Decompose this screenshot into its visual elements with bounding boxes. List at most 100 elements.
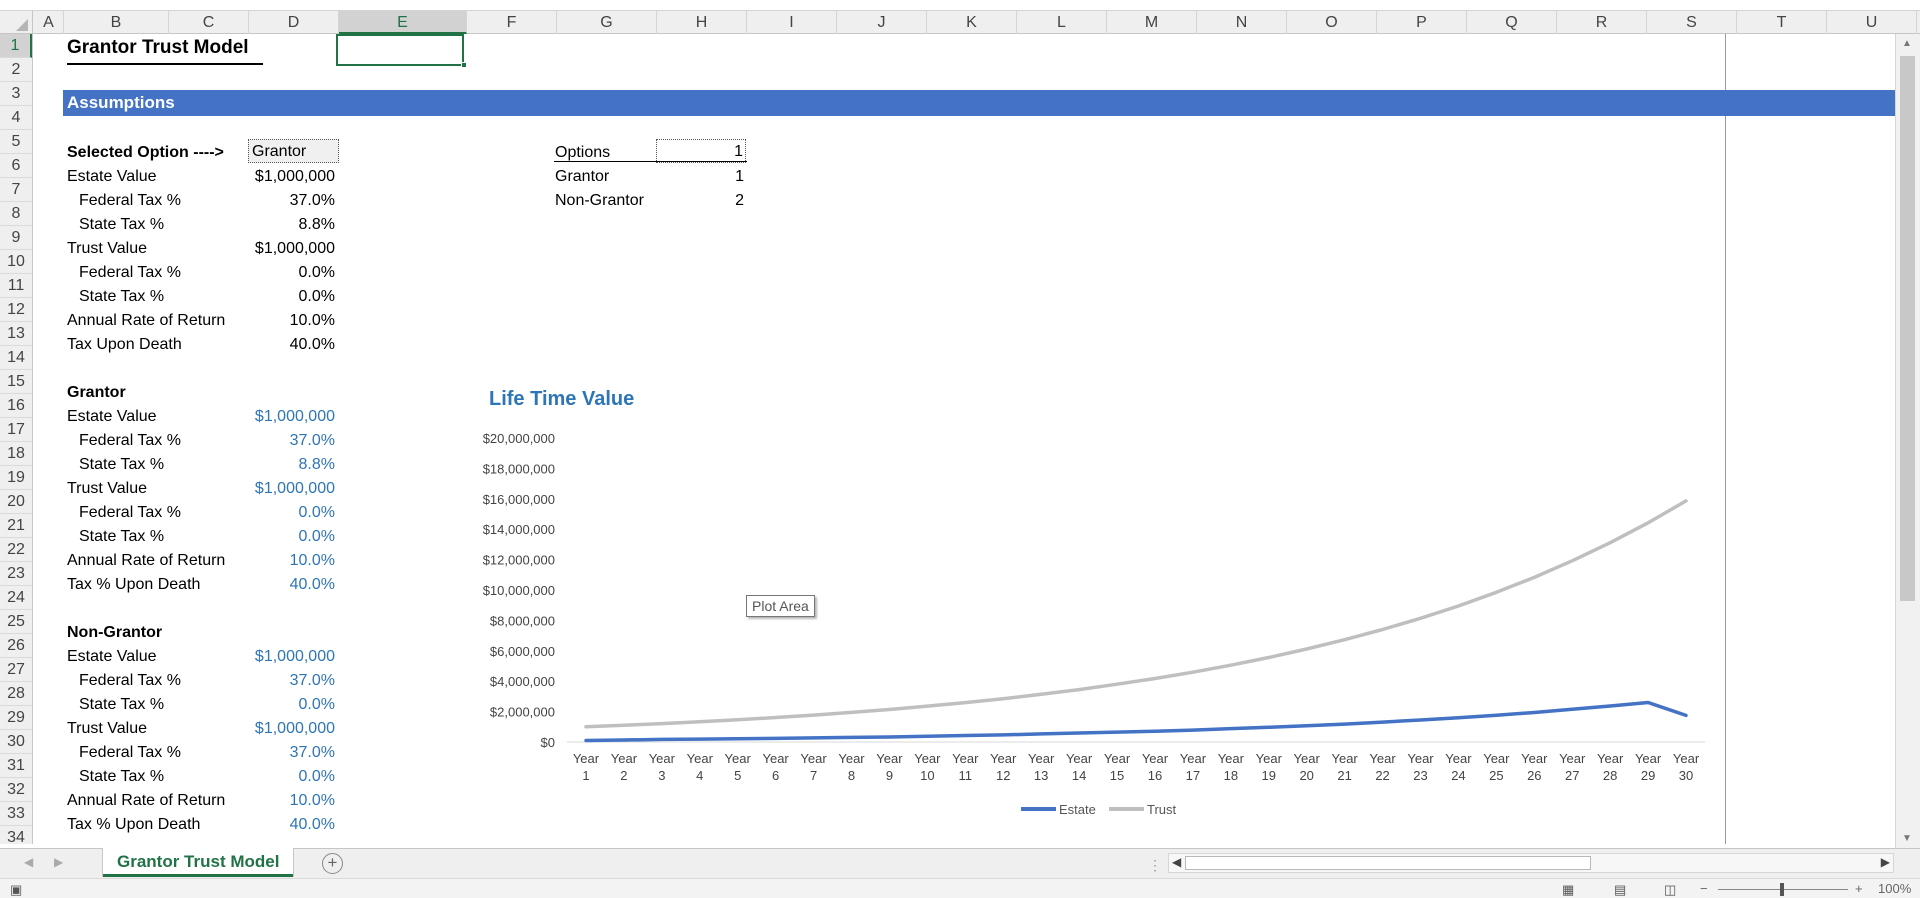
row-header-28[interactable]: 28 — [0, 682, 32, 706]
active-cell-e1[interactable] — [336, 34, 464, 66]
column-header-l[interactable]: L — [1017, 11, 1107, 34]
row-value[interactable]: 37.0% — [248, 429, 335, 453]
column-header-h[interactable]: H — [657, 11, 747, 34]
scroll-up-icon[interactable]: ▲ — [1902, 38, 1912, 49]
page-break-preview-icon[interactable]: ◫ — [1664, 882, 1676, 898]
column-header-k[interactable]: K — [927, 11, 1017, 34]
row-header-15[interactable]: 15 — [0, 370, 32, 394]
chart-title[interactable]: Life Time Value — [489, 388, 634, 410]
tab-splitter-icon[interactable]: ⋮ — [1148, 857, 1162, 874]
row-header-14[interactable]: 14 — [0, 346, 32, 370]
row-header-23[interactable]: 23 — [0, 562, 32, 586]
row-header-22[interactable]: 22 — [0, 538, 32, 562]
scroll-right-icon[interactable]: ▶ — [1881, 855, 1890, 869]
row-header-21[interactable]: 21 — [0, 514, 32, 538]
row-header-26[interactable]: 26 — [0, 634, 32, 658]
page-layout-icon[interactable]: ▤ — [1614, 882, 1626, 898]
row-value[interactable]: 10.0% — [248, 549, 335, 573]
row-value[interactable]: $1,000,000 — [248, 237, 335, 261]
column-header-f[interactable]: F — [467, 11, 557, 34]
row-header-31[interactable]: 31 — [0, 754, 32, 778]
row-value[interactable]: 8.8% — [248, 453, 335, 477]
row-header-33[interactable]: 33 — [0, 802, 32, 826]
row-value[interactable]: $1,000,000 — [248, 165, 335, 189]
row-header-20[interactable]: 20 — [0, 490, 32, 514]
row-header-32[interactable]: 32 — [0, 778, 32, 802]
legend-label-trust[interactable]: Trust — [1147, 802, 1177, 817]
row-header-13[interactable]: 13 — [0, 322, 32, 346]
scroll-left-icon[interactable]: ◀ — [1172, 855, 1181, 869]
row-value[interactable]: 0.0% — [248, 525, 335, 549]
vertical-scrollbar[interactable]: ▲ ▼ — [1895, 34, 1920, 848]
fill-handle[interactable] — [461, 62, 467, 68]
row-header-5[interactable]: 5 — [0, 130, 32, 154]
row-header-2[interactable]: 2 — [0, 58, 32, 82]
zoom-level[interactable]: 100% — [1878, 881, 1911, 896]
column-header-p[interactable]: P — [1377, 11, 1467, 34]
row-header-1[interactable]: 1 — [0, 34, 32, 58]
row-value[interactable]: 0.0% — [248, 765, 335, 789]
column-header-d[interactable]: D — [249, 11, 339, 34]
zoom-slider-knob[interactable] — [1780, 883, 1784, 896]
column-header-j[interactable]: J — [837, 11, 927, 34]
row-header-34[interactable]: 34 — [0, 826, 32, 844]
selected-option-dropdown[interactable]: Grantor — [248, 139, 339, 163]
column-header-b[interactable]: B — [64, 11, 169, 34]
next-sheet-icon[interactable]: ▶ — [54, 855, 63, 869]
row-value[interactable]: 37.0% — [248, 189, 335, 213]
row-header-19[interactable]: 19 — [0, 466, 32, 490]
add-sheet-button[interactable]: + — [322, 853, 343, 874]
legend-label-estate[interactable]: Estate — [1059, 802, 1096, 817]
row-value[interactable]: 40.0% — [248, 813, 335, 837]
select-all-corner[interactable] — [0, 11, 33, 34]
row-header-6[interactable]: 6 — [0, 154, 32, 178]
column-header-g[interactable]: G — [557, 11, 657, 34]
scroll-down-icon[interactable]: ▼ — [1902, 833, 1912, 844]
column-header-a[interactable]: A — [34, 11, 64, 34]
row-header-10[interactable]: 10 — [0, 250, 32, 274]
row-header-7[interactable]: 7 — [0, 178, 32, 202]
row-value[interactable]: $1,000,000 — [248, 405, 335, 429]
row-value[interactable]: 0.0% — [248, 261, 335, 285]
row-header-29[interactable]: 29 — [0, 706, 32, 730]
row-value[interactable]: 40.0% — [248, 573, 335, 597]
prev-sheet-icon[interactable]: ◀ — [24, 855, 33, 869]
row-header-18[interactable]: 18 — [0, 442, 32, 466]
life-time-value-chart[interactable]: Life Time Value $0 $2,000,000 $4,000,000 $6,… — [447, 353, 1722, 833]
zoom-out-icon[interactable]: − — [1700, 881, 1708, 896]
row-header-8[interactable]: 8 — [0, 202, 32, 226]
row-value[interactable]: 0.0% — [248, 285, 335, 309]
row-value[interactable]: 0.0% — [248, 501, 335, 525]
row-value[interactable]: 40.0% — [248, 333, 335, 357]
column-header-s[interactable]: S — [1647, 11, 1737, 34]
row-value[interactable]: 0.0% — [248, 693, 335, 717]
vertical-scroll-thumb[interactable] — [1900, 56, 1915, 601]
horizontital-scrollbar[interactable]: ◀ ▶ — [1168, 853, 1894, 873]
column-header-e[interactable]: E — [339, 11, 467, 34]
column-header-m[interactable]: M — [1107, 11, 1197, 34]
column-header-t[interactable]: T — [1737, 11, 1827, 34]
column-header-q[interactable]: Q — [1467, 11, 1557, 34]
column-header-o[interactable]: O — [1287, 11, 1377, 34]
macro-record-icon[interactable]: ▣ — [10, 882, 22, 898]
row-header-16[interactable]: 16 — [0, 394, 32, 418]
row-header-25[interactable]: 25 — [0, 610, 32, 634]
row-header-27[interactable]: 27 — [0, 658, 32, 682]
row-header-3[interactable]: 3 — [0, 82, 32, 106]
sheet-tab-grantor-trust-model[interactable]: Grantor Trust Model — [103, 848, 294, 877]
row-header-11[interactable]: 11 — [0, 274, 32, 298]
row-value[interactable]: 37.0% — [248, 669, 335, 693]
column-header-r[interactable]: R — [1557, 11, 1647, 34]
series-line-estate[interactable] — [584, 700, 1688, 743]
row-value[interactable]: $1,000,000 — [248, 645, 335, 669]
row-header-9[interactable]: 9 — [0, 226, 32, 250]
row-header-17[interactable]: 17 — [0, 418, 32, 442]
row-value[interactable]: 10.0% — [248, 309, 335, 333]
row-value[interactable]: $1,000,000 — [248, 717, 335, 741]
row-header-4[interactable]: 4 — [0, 106, 32, 130]
row-value[interactable]: 10.0% — [248, 789, 335, 813]
row-value[interactable]: $1,000,000 — [248, 477, 335, 501]
row-value[interactable]: 37.0% — [248, 741, 335, 765]
column-header-i[interactable]: I — [747, 11, 837, 34]
row-value[interactable]: 8.8% — [248, 213, 335, 237]
